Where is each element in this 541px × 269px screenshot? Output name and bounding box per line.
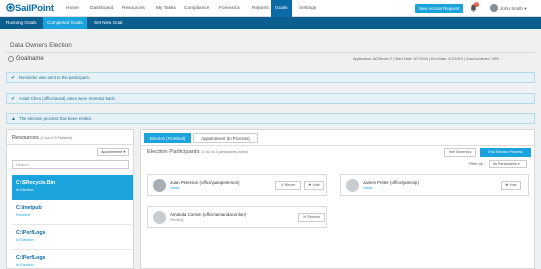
filter-value: All Participants [493, 162, 517, 166]
alert-votes-reverted: ✔ Axiati Chen (office\aviat) votes were r… [6, 93, 535, 104]
resource-status: In Election [16, 238, 34, 242]
goal-meta: Application: ADServer 2 | Start Date: 5/… [353, 57, 499, 61]
resource-item[interactable]: C:\PerfLogs In Election [12, 250, 133, 269]
nav-home[interactable]: Home [66, 0, 79, 17]
alert-text: Axiati Chen (office\aviat) votes were re… [19, 96, 116, 101]
filter-label: Appointment [101, 150, 123, 154]
participant-avatar [346, 179, 359, 192]
resources-subtitle: (1 out of 3 Finished) [40, 136, 73, 140]
vote-button[interactable]: ✚ Vote [501, 181, 521, 190]
participant-card: James Petter (office\jamesp) Voted ✚ Vot… [340, 174, 529, 196]
participant-status: Voted [170, 186, 180, 190]
revert-button[interactable]: ↺ Revert [275, 181, 301, 190]
participant-status: Voted [363, 186, 373, 190]
nav-dashboard[interactable]: Dashboard [90, 0, 113, 17]
new-access-request-button[interactable]: New Access Request [415, 4, 463, 13]
sailpoint-logo[interactable]: SailPoint [6, 3, 54, 14]
goal-target-icon [8, 56, 14, 62]
resource-status: Finished [16, 213, 31, 217]
resources-panel: Resources (1 out of 3 Finished) Appointm… [6, 129, 134, 269]
alert-text: The election process has been ended. [19, 116, 92, 121]
logo-mark-icon [6, 3, 15, 12]
top-bar: SailPoint Home Dashboard Resources My Ta… [0, 0, 541, 17]
resource-item[interactable]: C:\PerfLogs In Election [12, 225, 133, 250]
tab-running-goals[interactable]: Running Goals [6, 17, 36, 29]
user-name[interactable]: John Smith ▾ [500, 0, 527, 17]
chevron-down-icon: ▾ [524, 6, 527, 11]
nav-my-tasks[interactable]: My Tasks [156, 0, 176, 17]
resources-title: Resources (1 out of 3 Finished) [12, 135, 72, 141]
nav-compliance[interactable]: Compliance [184, 0, 209, 17]
mail-icon: ✉ [303, 215, 307, 219]
resources-title-text: Resources [12, 135, 39, 141]
alert-reminder-sent: ✔ Reminder was sent to the participant. [6, 72, 535, 83]
goals-subnav: Running Goals Completed Goals Set New Go… [0, 17, 541, 29]
nav-settings[interactable]: Settings [299, 0, 316, 17]
election-subtitle: (2 out of 3 participants voted) [201, 150, 248, 154]
tab-election[interactable]: Election (Finished) [144, 133, 191, 143]
vote-label: Vote [509, 183, 517, 187]
vote-icon: ✚ [308, 183, 312, 187]
see-summary-button[interactable]: See Summary [444, 148, 476, 157]
tab-completed-goals[interactable]: Completed Goals [43, 17, 87, 29]
nav-goals[interactable]: Goals [271, 0, 292, 17]
notification-badge: 2 [474, 2, 479, 7]
resource-item[interactable]: C:\$Recycle.Bin In Election [12, 175, 133, 200]
participant-filter-dropdown[interactable]: All Participants ▾ [489, 160, 527, 168]
chevron-down-icon: ▾ [123, 150, 126, 154]
tab-appointment[interactable]: Appointment (In Process) [193, 133, 258, 143]
resource-item[interactable]: C:\inetpub Finished [12, 200, 133, 225]
resource-name: C:\$Recycle.Bin [16, 180, 56, 186]
divider [7, 144, 133, 145]
check-icon: ✔ [11, 75, 16, 81]
resource-name: C:\PerfLogs [16, 255, 46, 261]
revert-icon: ↺ [280, 183, 284, 187]
logo-text: SailPoint [15, 3, 54, 14]
filter-by-label: Filter by: [469, 162, 484, 166]
resource-search-input[interactable]: Search [12, 160, 129, 169]
participant-avatar [153, 179, 166, 192]
tab-set-new-goal[interactable]: Set New Goal [94, 17, 122, 29]
election-panel: Election (Finished) Appointment (In Proc… [140, 129, 535, 269]
election-title-text: Election Participants [147, 149, 200, 155]
page-title: Data Owners Election [10, 42, 72, 49]
remind-button[interactable]: ✉ Remind [298, 213, 325, 222]
search-placeholder: Search [16, 162, 29, 167]
remind-label: Remind [307, 215, 320, 219]
resource-name: C:\PerfLogs [16, 230, 46, 236]
participant-status: Pending [170, 218, 184, 222]
participant-name: James Petter (office\jamesp) [363, 180, 419, 185]
nav-forensics[interactable]: Forensics [219, 0, 240, 17]
revert-label: Revert [284, 183, 296, 187]
vote-button[interactable]: ✚ Vote [304, 181, 324, 190]
election-participants-title: Election Participants (2 out of 3 partic… [147, 149, 248, 155]
user-name-text: John Smith [500, 6, 523, 11]
resource-name: C:\inetpub [16, 205, 42, 211]
alert-text: Reminder was sent to the participant. [19, 75, 90, 80]
goal-name: Goalname [16, 56, 44, 62]
participant-card: Juan Peterson (office\juanpeterson) Vote… [147, 174, 327, 196]
participant-card: Amanda Conlon (office\amandaconlon) Pend… [147, 206, 327, 228]
warning-icon: ▲ [11, 116, 16, 122]
chevron-down-icon: ▾ [517, 162, 520, 166]
resource-status: In Election [16, 263, 34, 267]
alert-election-ended: ▲ The election process has been ended. [6, 113, 535, 124]
resource-status: In Election [16, 188, 34, 192]
nav-resources[interactable]: Resources [122, 0, 145, 17]
user-avatar[interactable] [490, 4, 498, 12]
participant-name: Juan Peterson (office\juanpeterson) [170, 180, 240, 185]
participant-name: Amanda Conlon (office\amandaconlon) [170, 212, 247, 217]
divider [141, 145, 534, 146]
check-icon: ✔ [11, 96, 16, 102]
end-election-button[interactable]: End Election Process [480, 148, 531, 157]
vote-icon: ✚ [505, 183, 509, 187]
divider [6, 52, 535, 53]
vote-label: Vote [312, 183, 320, 187]
participant-avatar [153, 211, 166, 224]
resource-filter-dropdown[interactable]: Appointment ▾ [97, 148, 129, 156]
nav-reports[interactable]: Reports [252, 0, 269, 17]
